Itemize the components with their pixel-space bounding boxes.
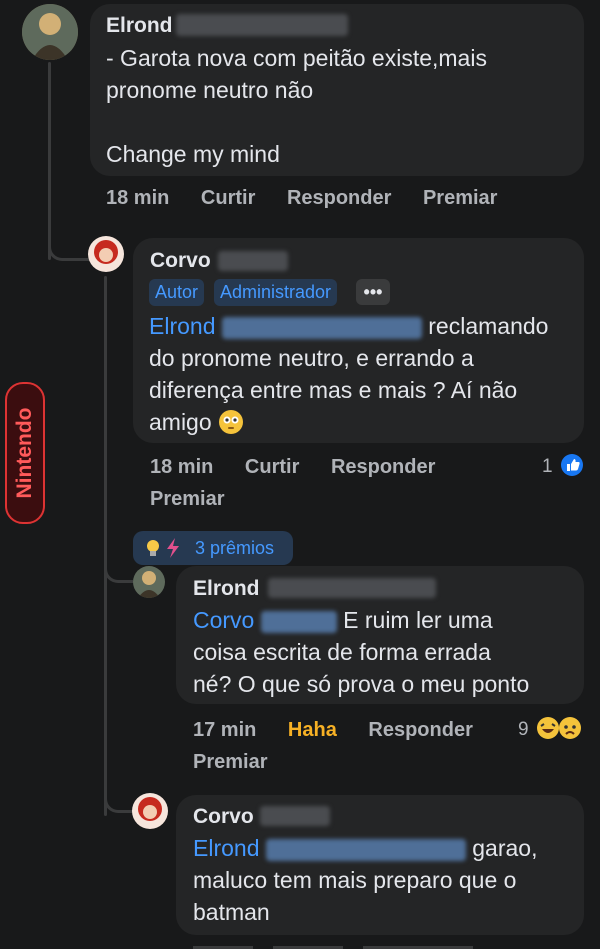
comment-author[interactable]: Corvo — [193, 805, 254, 829]
lightning-icon — [167, 538, 179, 558]
comment-author[interactable]: Elrond — [193, 577, 260, 601]
mention-link[interactable]: Corvo — [193, 607, 254, 633]
comment-actions: 17 min Haha Responder — [193, 719, 499, 742]
reply-button[interactable]: Responder — [368, 719, 472, 741]
redacted-name — [218, 251, 288, 271]
comment-author[interactable]: Corvo — [150, 249, 211, 273]
watermark-text: Nintendo — [13, 407, 36, 499]
like-reaction-icon[interactable] — [560, 453, 584, 477]
reaction-count[interactable]: 1 — [542, 456, 553, 478]
like-button[interactable]: Curtir — [201, 187, 255, 209]
sad-reaction-icon[interactable] — [558, 716, 582, 740]
avatar[interactable] — [88, 236, 124, 272]
thread-connector — [104, 560, 133, 583]
comment-text: Corvo E ruim ler uma coisa escrita de fo… — [193, 607, 530, 697]
mention-link[interactable]: Elrond — [149, 313, 215, 339]
redacted-name — [265, 838, 466, 861]
redacted-name — [268, 578, 436, 598]
thread-line-nested — [104, 276, 107, 816]
thread-connector — [104, 790, 133, 813]
award-button[interactable]: Premiar — [193, 751, 268, 774]
thread-line-main — [48, 62, 51, 260]
comment-author[interactable]: Elrond — [106, 14, 173, 38]
nintendo-watermark: Nintendo — [5, 382, 45, 524]
comment-actions: 18 min Curtir Responder Premiar — [106, 187, 523, 210]
cut-off-actions — [193, 940, 493, 949]
award-button[interactable]: Premiar — [150, 488, 225, 511]
redacted-name — [221, 316, 422, 339]
haha-reaction-icon[interactable] — [536, 716, 560, 740]
avatar[interactable] — [22, 4, 78, 60]
comment-text: - Garota nova com peitão existe,mais pro… — [106, 45, 487, 167]
flushed-face-icon — [219, 410, 244, 434]
reaction-count[interactable]: 9 — [518, 719, 529, 741]
admin-badge: Administrador — [214, 279, 338, 306]
like-button[interactable]: Curtir — [245, 456, 299, 478]
haha-button[interactable]: Haha — [288, 719, 337, 741]
timestamp[interactable]: 17 min — [193, 719, 256, 741]
redacted-name — [260, 806, 330, 826]
mention-link[interactable]: Elrond — [193, 835, 259, 861]
redacted-name — [260, 610, 337, 633]
timestamp[interactable]: 18 min — [106, 187, 169, 209]
comment-actions: 18 min Curtir Responder — [150, 456, 461, 479]
avatar[interactable] — [132, 793, 168, 829]
comment-text: Elrond reclamando do pronome neutro, e e… — [149, 313, 549, 435]
lightbulb-icon — [147, 540, 159, 556]
awards-pill[interactable]: 3 prêmios — [133, 531, 293, 565]
thread-connector — [48, 240, 91, 261]
comment-text: Elrond garao, maluco tem mais preparo qu… — [193, 835, 538, 925]
more-options-button[interactable]: ••• — [356, 279, 390, 305]
reply-button[interactable]: Responder — [331, 456, 435, 478]
redacted-name — [176, 14, 348, 36]
timestamp[interactable]: 18 min — [150, 456, 213, 478]
reply-button[interactable]: Responder — [287, 187, 391, 209]
awards-label: 3 prêmios — [195, 538, 275, 558]
author-badge: Autor — [149, 279, 205, 306]
award-button[interactable]: Premiar — [423, 187, 498, 209]
avatar[interactable] — [133, 566, 165, 598]
